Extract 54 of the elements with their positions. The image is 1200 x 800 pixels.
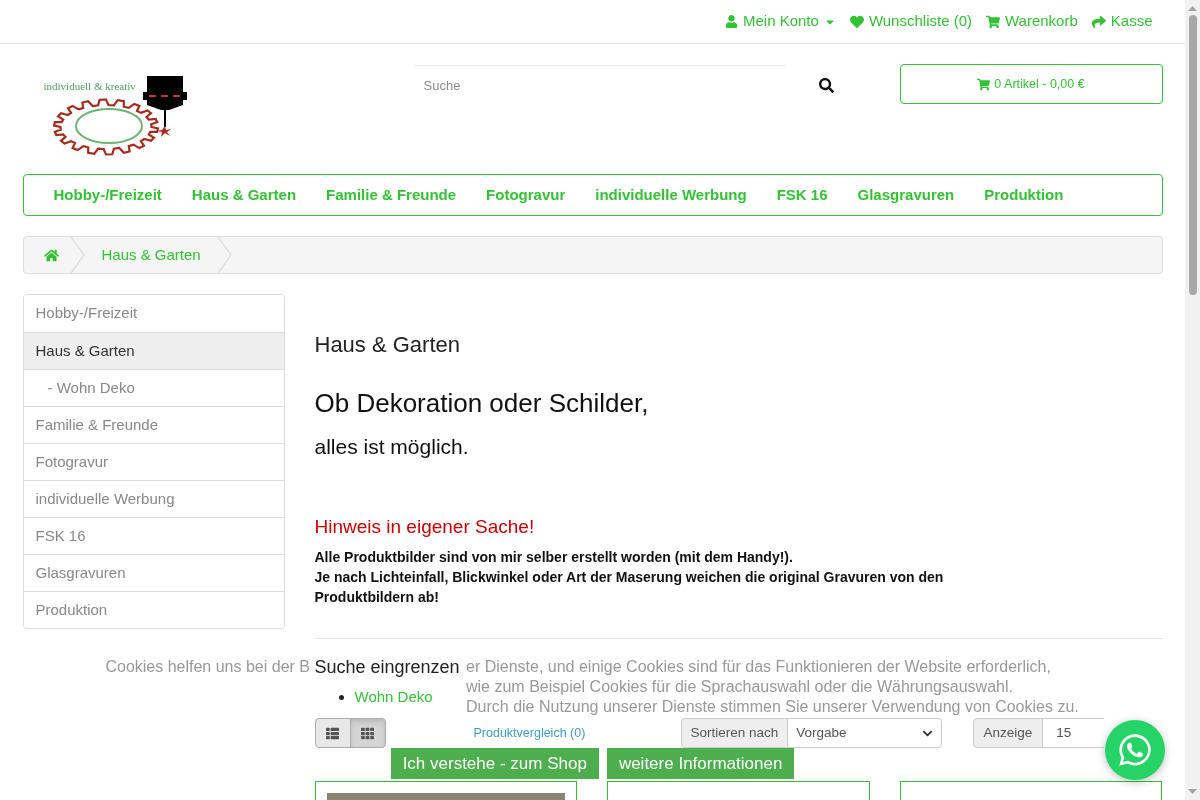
scroll-down-arrow-icon[interactable] [1188, 789, 1197, 794]
bullet-icon [338, 694, 344, 700]
sort-label: Sortieren nach [680, 718, 789, 748]
cookie-notice-text: er Dienste, und einige Cookies sind für das Funktionieren der Website erforderlich, [466, 657, 1051, 677]
home-icon [43, 247, 59, 263]
grid-icon [361, 726, 374, 740]
nav-link[interactable]: individuelle Werbung [580, 183, 762, 207]
cart-link[interactable]: Warenkorb [986, 10, 1078, 33]
limit-select[interactable]: 15 [1042, 718, 1104, 748]
nav-link[interactable]: Familie & Freunde [311, 183, 472, 207]
headline: Ob Dekoration oder Schilder, [314, 389, 649, 418]
more-info-button[interactable]: weitere Informationen [606, 748, 795, 779]
search-icon [819, 77, 834, 93]
nav-link[interactable]: Glasgravuren [842, 183, 970, 207]
logo-tagline: individuell & kreativ [43, 80, 136, 93]
category-item[interactable]: Produktion [23, 591, 284, 628]
cart-icon [986, 14, 1000, 29]
notice-text: Je nach Lichteinfall, Blickwinkel oder Art der Maserung weichen die original Gravuren von den Produktbildern ab! [314, 568, 945, 607]
cart-button[interactable]: 0 Artikel - 0,00 € [899, 64, 1163, 104]
nav-link[interactable]: Hobby-/Freizeit [38, 183, 177, 207]
nav-link[interactable]: FSK 16 [761, 183, 843, 207]
notice-text: Alle Produktbilder sind von mir selber erstellt worden (mit dem Handy!). [314, 548, 794, 567]
list-icon [326, 726, 339, 740]
sort-select[interactable]: Vorgabe [787, 718, 942, 748]
phone-speech-bubble-icon [1117, 732, 1153, 768]
scrollbar-thumb[interactable] [1188, 15, 1197, 295]
subheadline: alles ist möglich. [314, 435, 469, 459]
nav-link[interactable]: Produktion [969, 183, 1079, 207]
limit-label: Anzeige [972, 718, 1044, 748]
scroll-up-arrow-icon[interactable] [1188, 6, 1197, 11]
wishlist-link[interactable]: Wunschliste (0) [849, 10, 972, 33]
checkout-link[interactable]: Kasse [1091, 10, 1153, 33]
cookie-accept-button[interactable]: Ich verstehe - zum Shop [390, 748, 599, 779]
chat-button[interactable] [1105, 720, 1165, 780]
grid-view-button[interactable] [349, 718, 386, 748]
filter-link[interactable]: Wohn Deko [354, 685, 433, 709]
refine-title: Suche eingrenzen [314, 656, 460, 678]
breadcrumb-link[interactable]: Haus & Garten [84, 243, 218, 267]
laser-head-drawing [142, 76, 187, 138]
cookie-notice-text: Durch die Nutzung unserer Dienste stimmen Sie unserer Verwendung von Cookies zu. [466, 697, 1079, 717]
user-icon [725, 15, 738, 28]
cart-icon [977, 77, 991, 91]
page-title: Haus & Garten [314, 333, 460, 357]
cookie-notice-text: wie zum Beispiel Cookies für die Sprachauswahl oder die Währungsauswahl. [466, 677, 1013, 697]
account-link[interactable]: Mein Konto [725, 10, 836, 33]
cookie-notice-text: Cookies helfen uns bei der B [105, 657, 310, 677]
nav-link[interactable]: Fotogravur [471, 183, 581, 207]
notice-title: Hinweis in eigener Sache! [314, 516, 535, 538]
nav-link[interactable]: Haus & Garten [176, 183, 312, 207]
share-arrow-icon [1091, 14, 1106, 29]
list-view-button[interactable] [314, 718, 351, 748]
heart-icon [849, 14, 864, 29]
compare-link[interactable]: Produktvergleich (0) [473, 723, 586, 743]
category-item[interactable]: Haus & Garten [23, 332, 284, 369]
